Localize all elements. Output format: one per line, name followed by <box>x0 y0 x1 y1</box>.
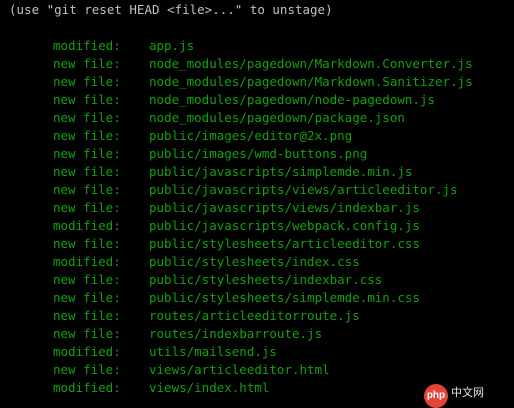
file-status: new file: <box>53 272 121 287</box>
file-path: utils/mailsend.js <box>149 344 277 359</box>
file-path: node_modules/pagedown/Markdown.Sanitizer… <box>149 74 473 89</box>
list-item: new file: public/javascripts/views/indexb… <box>53 199 508 217</box>
file-status: modified: <box>53 380 121 395</box>
list-item: new file: public/javascripts/views/articl… <box>53 181 508 199</box>
file-status: new file: <box>53 164 121 179</box>
file-path: public/javascripts/views/articleeditor.j… <box>149 182 458 197</box>
file-status: new file: <box>53 200 121 215</box>
list-item: modified: app.js <box>53 37 508 55</box>
php-logo-icon: php <box>424 384 448 408</box>
file-path: views/articleeditor.html <box>149 362 330 377</box>
file-path: public/javascripts/webpack.config.js <box>149 218 420 233</box>
file-path: public/images/editor@2x.png <box>149 128 353 143</box>
file-status: new file: <box>53 308 121 323</box>
list-item: new file: public/stylesheets/articleedito… <box>53 235 508 253</box>
file-path: app.js <box>149 38 195 53</box>
list-item: new file: routes/indexbarroute.js <box>53 325 508 343</box>
file-path: views/index.html <box>149 380 270 395</box>
file-status: new file: <box>53 236 121 251</box>
unstage-hint-line: (use "git reset HEAD <file>..." to unsta… <box>9 2 333 17</box>
list-item: new file: public/images/editor@2x.png <box>53 127 508 145</box>
file-status: new file: <box>53 110 121 125</box>
file-path: public/javascripts/simplemde.min.js <box>149 164 413 179</box>
list-item: modified: utils/mailsend.js <box>53 343 508 361</box>
list-item: new file: views/articleeditor.html <box>53 361 508 379</box>
file-path: node_modules/pagedown/Markdown.Converter… <box>149 56 473 71</box>
file-status: modified: <box>53 254 121 269</box>
list-item: new file: node_modules/pagedown/package.j… <box>53 109 508 127</box>
file-path: public/stylesheets/simplemde.min.css <box>149 290 420 305</box>
list-item: new file: public/stylesheets/indexbar.css <box>53 271 508 289</box>
file-path: public/javascripts/views/indexbar.js <box>149 200 420 215</box>
watermark-site-text: 中文网 <box>451 387 484 399</box>
file-path: routes/articleeditorroute.js <box>149 308 360 323</box>
staged-files-list: modified: app.js new file: node_modules/pa… <box>53 37 508 397</box>
file-status: new file: <box>53 56 121 71</box>
list-item: new file: public/javascripts/simplemde.mi… <box>53 163 508 181</box>
list-item: new file: routes/articleeditorroute.js <box>53 307 508 325</box>
file-path: public/stylesheets/articleeditor.css <box>149 236 420 251</box>
file-path: public/stylesheets/indexbar.css <box>149 272 383 287</box>
file-status: modified: <box>53 38 121 53</box>
list-item: new file: node_modules/pagedown/Markdown.… <box>53 73 508 91</box>
list-item: new file: public/stylesheets/simplemde.mi… <box>53 289 508 307</box>
file-path: public/stylesheets/index.css <box>149 254 360 269</box>
list-item: modified: public/stylesheets/index.css <box>53 253 508 271</box>
file-status: new file: <box>53 326 121 341</box>
file-status: new file: <box>53 290 121 305</box>
terminal-window[interactable]: (use "git reset HEAD <file>..." to unsta… <box>0 0 514 408</box>
file-status: new file: <box>53 362 121 377</box>
file-status: new file: <box>53 92 121 107</box>
list-item: new file: public/images/wmd-buttons.png <box>53 145 508 163</box>
file-path: node_modules/pagedown/package.json <box>149 110 405 125</box>
file-status: new file: <box>53 74 121 89</box>
file-status: new file: <box>53 128 121 143</box>
file-path: node_modules/pagedown/node-pagedown.js <box>149 92 435 107</box>
list-item: new file: node_modules/pagedown/node-page… <box>53 91 508 109</box>
list-item: new file: node_modules/pagedown/Markdown.… <box>53 55 508 73</box>
file-status: modified: <box>53 344 121 359</box>
file-status: modified: <box>53 218 121 233</box>
file-status: new file: <box>53 182 121 197</box>
list-item: modified: public/javascripts/webpack.conf… <box>53 217 508 235</box>
file-path: public/images/wmd-buttons.png <box>149 146 368 161</box>
file-status: new file: <box>53 146 121 161</box>
file-path: routes/indexbarroute.js <box>149 326 323 341</box>
